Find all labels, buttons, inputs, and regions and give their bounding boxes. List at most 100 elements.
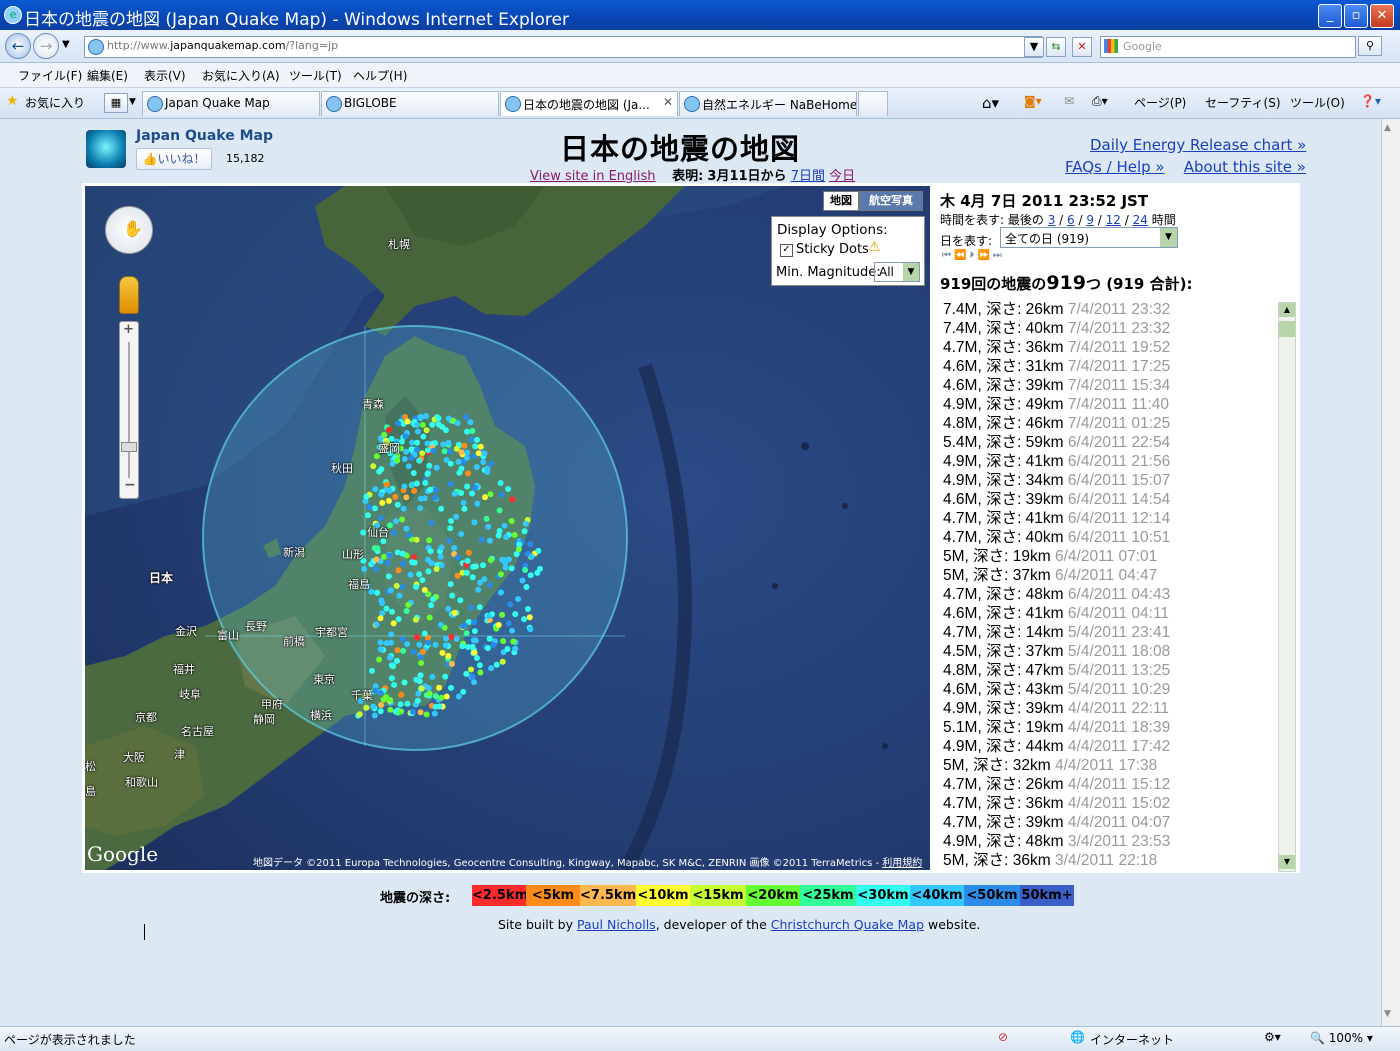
hours-24-link[interactable]: 24 [1133,213,1148,227]
terms-link[interactable]: 利用規約 [882,858,922,869]
search-input[interactable]: Google [1100,36,1356,58]
scroll-down-icon[interactable]: ▼ [1384,1009,1391,1019]
hours-12-link[interactable]: 12 [1106,213,1121,227]
menu-favorites[interactable]: お気に入り(A) [202,67,280,84]
faq-link[interactable]: FAQs / Help » [1065,158,1165,176]
history-dropdown-icon[interactable]: ▼ [62,39,70,50]
sticky-dots-checkbox[interactable]: ✓ [780,244,793,257]
tab-nabehome[interactable]: 自然エネルギー NaBeHome [679,91,857,116]
quake-list-item[interactable]: 5.4M, 深さ: 59km 6/4/2011 22:54 [943,433,1273,452]
quake-list-item[interactable]: 4.6M, 深さ: 39km 7/4/2011 15:34 [943,376,1273,395]
quake-list-item[interactable]: 4.6M, 深さ: 31km 7/4/2011 17:25 [943,357,1273,376]
quake-list-item[interactable]: 7.4M, 深さ: 40km 7/4/2011 23:32 [943,319,1273,338]
page-menu[interactable]: ページ(P) [1134,94,1186,111]
close-button[interactable]: ✕ [1370,4,1394,28]
zoom-slider[interactable]: + − [119,321,139,499]
new-tab-button[interactable] [858,91,888,116]
mail-icon[interactable]: ✉ [1064,94,1074,108]
tab-japan-quake-map[interactable]: Japan Quake Map [142,91,320,116]
energy-chart-link[interactable]: Daily Energy Release chart » [1090,136,1306,154]
quake-list-item[interactable]: 7.4M, 深さ: 26km 7/4/2011 23:32 [943,300,1273,319]
address-dropdown-icon[interactable]: ▼ [1024,37,1044,57]
star-icon[interactable]: ★ [6,93,19,109]
quake-list-item[interactable]: 5M, 深さ: 19km 6/4/2011 07:01 [943,547,1273,566]
quake-list-item[interactable]: 4.7M, 深さ: 40km 6/4/2011 10:51 [943,528,1273,547]
quake-list-item[interactable]: 4.7M, 深さ: 36km 7/4/2011 19:52 [943,338,1273,357]
min-magnitude-select[interactable]: All ▼ [874,262,920,282]
quake-list-item[interactable]: 4.8M, 深さ: 47km 5/4/2011 13:25 [943,661,1273,680]
pan-control[interactable]: ✋ [105,206,153,254]
quake-list-item[interactable]: 4.7M, 深さ: 14km 5/4/2011 23:41 [943,623,1273,642]
menu-file[interactable]: ファイル(F) [18,67,82,84]
quake-list-item[interactable]: 4.7M, 深さ: 41km 6/4/2011 12:14 [943,509,1273,528]
site-logo[interactable] [86,130,126,168]
tab-close-icon[interactable]: ✕ [663,95,673,109]
forward-button[interactable]: → [33,33,59,59]
view-english-link[interactable]: View site in English [530,169,656,184]
menu-edit[interactable]: 編集(E) [87,67,128,84]
hours-9-link[interactable]: 9 [1086,213,1094,227]
safety-menu[interactable]: セーフティ(S) [1205,94,1281,111]
quake-list-item[interactable]: 5M, 深さ: 32km 4/4/2011 17:38 [943,756,1273,775]
quick-tabs-icon[interactable]: ▦ [104,93,128,113]
stop-icon[interactable]: ✕ [1072,37,1092,57]
scroll-up-icon[interactable]: ▲ [1384,123,1391,133]
quake-list-item[interactable]: 4.7M, 深さ: 39km 4/4/2011 04:07 [943,813,1273,832]
site-name[interactable]: Japan Quake Map [136,128,273,144]
address-field[interactable]: http://www.japanquakemap.com/?lang=jp [84,36,1042,58]
quake-list-item[interactable]: 5.1M, 深さ: 19km 4/4/2011 18:39 [943,718,1273,737]
favorites-button[interactable]: お気に入り [25,94,85,111]
playback-controls[interactable]: ⏮⏪⏵⏩⏭ [942,250,1005,261]
quake-list-item[interactable]: 4.6M, 深さ: 41km 6/4/2011 04:11 [943,604,1273,623]
tab-active-quake-map[interactable]: 日本の地震の地図 (Ja... ✕ [500,91,678,116]
quake-list-item[interactable]: 4.7M, 深さ: 36km 4/4/2011 15:02 [943,794,1273,813]
privacy-icon[interactable]: ⊘ [998,1030,1008,1044]
google-logo[interactable]: Google [87,842,158,866]
tab-biglobe[interactable]: BIGLOBE [321,91,499,116]
quake-list-item[interactable]: 4.5M, 深さ: 37km 5/4/2011 18:08 [943,642,1273,661]
quake-list-item[interactable]: 4.7M, 深さ: 48km 6/4/2011 04:43 [943,585,1273,604]
zoom-level[interactable]: 🔍 100% ▾ [1310,1031,1373,1045]
quake-list-item[interactable]: 4.9M, 深さ: 49km 7/4/2011 11:40 [943,395,1273,414]
quake-list-item[interactable]: 4.8M, 深さ: 46km 7/4/2011 01:25 [943,414,1273,433]
list-scroll-thumb[interactable] [1279,321,1295,337]
zoom-in-icon[interactable]: + [123,322,134,337]
menu-help[interactable]: ヘルプ(H) [353,67,407,84]
page-scrollbar[interactable]: ▲ ▼ [1381,119,1400,1026]
feeds-icon[interactable]: ◙▾ [1024,94,1042,108]
back-button[interactable]: ← [5,33,31,59]
quake-list-item[interactable]: 4.6M, 深さ: 39km 6/4/2011 14:54 [943,490,1273,509]
help-icon[interactable]: ❓▾ [1360,94,1381,108]
quake-list-scrollbar[interactable]: ▲ ▼ [1278,302,1296,872]
quake-list[interactable]: 7.4M, 深さ: 26km 7/4/2011 23:32 7.4M, 深さ: 4… [943,300,1273,870]
print-icon[interactable]: ⎙▾ [1092,94,1108,109]
about-link[interactable]: About this site » [1184,158,1306,176]
quake-list-item[interactable]: 4.9M, 深さ: 39km 4/4/2011 22:11 [943,699,1273,718]
protected-mode-icon[interactable]: ⚙▾ [1264,1030,1281,1044]
today-link[interactable]: 今日 [829,169,855,184]
quake-list-item[interactable]: 5M, 深さ: 37km 6/4/2011 04:47 [943,566,1273,585]
tab-list-dropdown-icon[interactable]: ▼ [129,97,136,107]
map-type-map-button[interactable]: 地図 [823,191,859,211]
home-icon[interactable]: ⌂▾ [982,94,999,112]
quake-list-item[interactable]: 4.7M, 深さ: 26km 4/4/2011 15:12 [943,775,1273,794]
map-type-satellite-button[interactable]: 航空写真 [859,191,923,211]
author-link[interactable]: Paul Nicholls [577,917,656,932]
quake-list-item[interactable]: 4.9M, 深さ: 41km 6/4/2011 21:56 [943,452,1273,471]
minimize-button[interactable]: _ [1318,4,1342,28]
hours-6-link[interactable]: 6 [1067,213,1075,227]
list-scroll-up-icon[interactable]: ▲ [1279,303,1295,317]
zoom-handle[interactable] [121,442,137,452]
christchurch-map-link[interactable]: Christchurch Quake Map [771,917,924,932]
quake-list-item[interactable]: 4.9M, 深さ: 44km 4/4/2011 17:42 [943,737,1273,756]
week-link[interactable]: 7日間 [791,169,825,184]
menu-view[interactable]: 表示(V) [144,67,186,84]
like-button[interactable]: 👍いいね！ [136,148,212,170]
maximize-button[interactable]: ▫ [1344,4,1368,28]
quake-list-item[interactable]: 4.9M, 深さ: 34km 6/4/2011 15:07 [943,471,1273,490]
refresh-icon[interactable]: ⇆ [1046,37,1066,57]
zoom-out-icon[interactable]: − [124,477,136,493]
hours-3-link[interactable]: 3 [1048,213,1056,227]
pegman-icon[interactable] [119,276,139,314]
menu-tools[interactable]: ツール(T) [289,67,342,84]
